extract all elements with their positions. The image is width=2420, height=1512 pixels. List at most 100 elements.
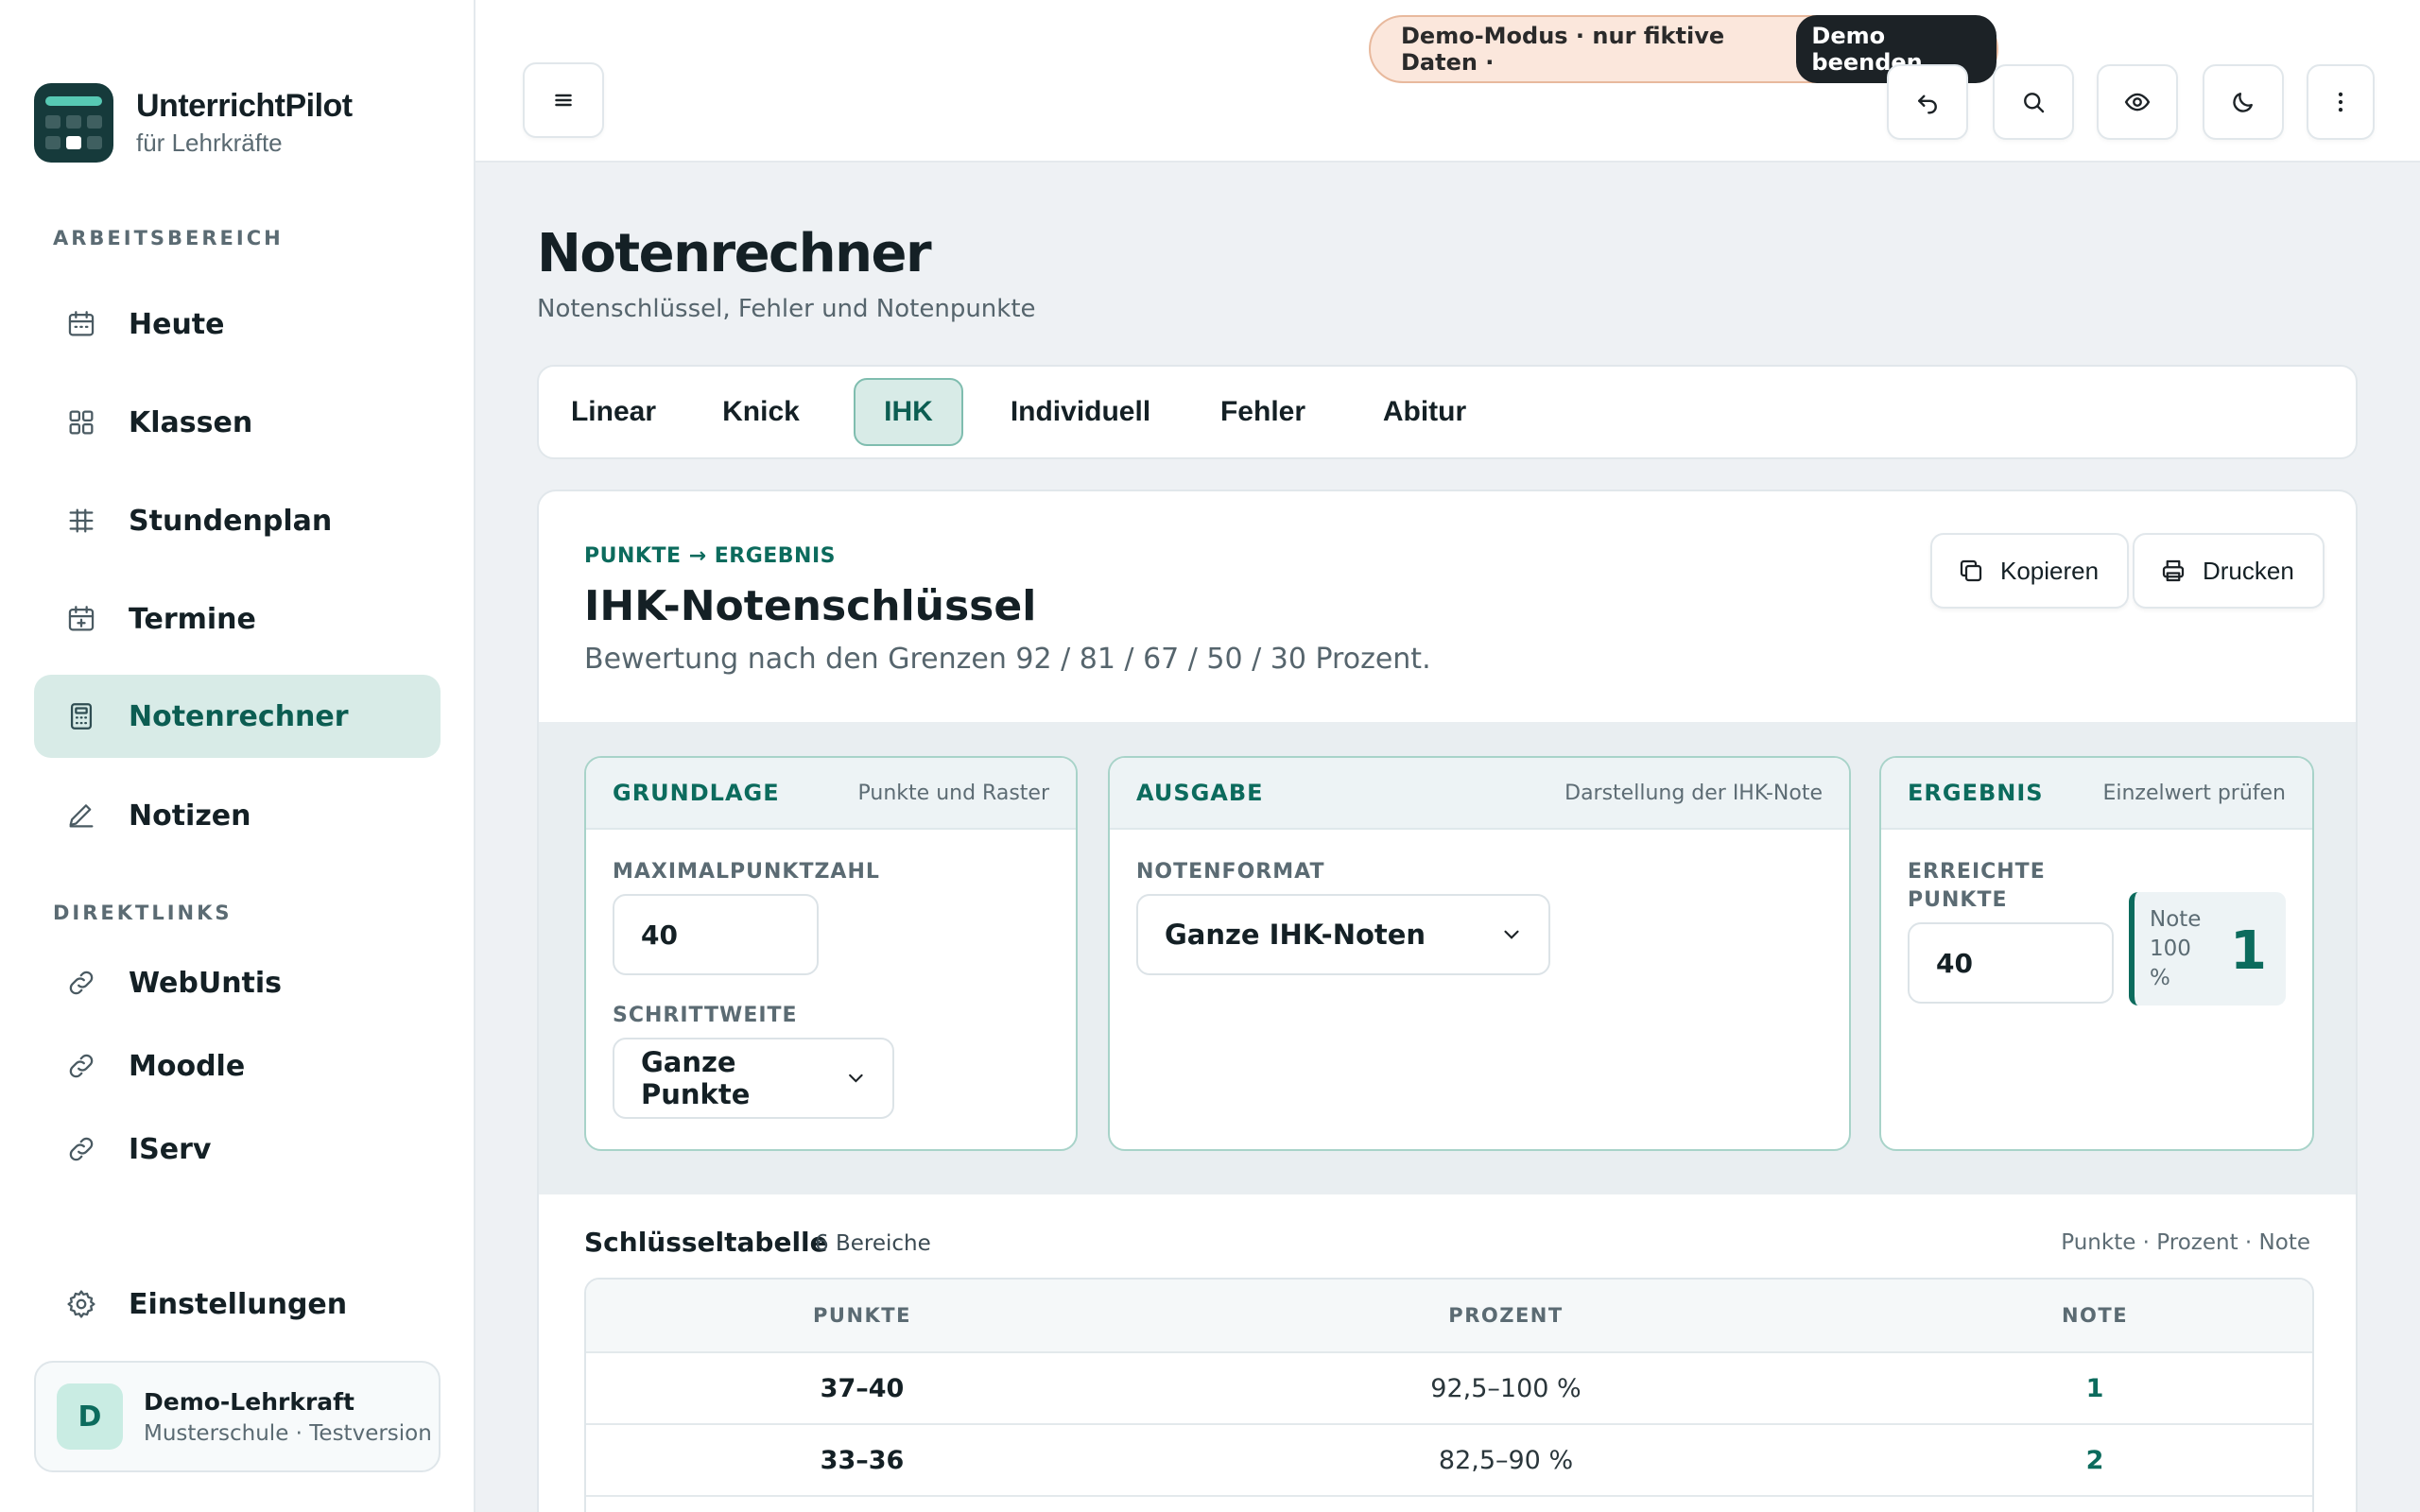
sidebar-link-label: Moodle bbox=[129, 1049, 246, 1083]
avatar: D bbox=[57, 1383, 123, 1450]
cell-points: 37–40 bbox=[820, 1374, 905, 1403]
link-icon bbox=[64, 1132, 98, 1166]
undo-button[interactable] bbox=[1887, 64, 1968, 140]
tab-linear[interactable]: Linear bbox=[558, 378, 669, 446]
cell-grade: 2 bbox=[2085, 1446, 2104, 1475]
sidebar-item-label: Notenrechner bbox=[129, 699, 349, 733]
app-name: UnterrichtPilot bbox=[136, 88, 353, 124]
sidebar-item-label: Einstellungen bbox=[129, 1287, 348, 1321]
cell-percent: 82,5–90 % bbox=[1438, 1446, 1574, 1475]
user-school: Musterschule · Testversion bbox=[144, 1420, 432, 1446]
grade-key-card: PUNKTE → ERGEBNIS IHK-Notenschlüssel Bew… bbox=[537, 490, 2358, 1512]
sidebar-item-einstellungen[interactable]: Einstellungen bbox=[34, 1263, 441, 1346]
step-select[interactable]: Ganze Punkte bbox=[613, 1038, 894, 1119]
tab-abitur[interactable]: Abitur bbox=[1361, 378, 1488, 446]
print-button-label: Drucken bbox=[2203, 556, 2294, 585]
eye-icon bbox=[2124, 93, 2151, 112]
panel-hint: Punkte und Raster bbox=[857, 781, 1049, 805]
sidebar-item-notizen[interactable]: Notizen bbox=[34, 774, 441, 857]
calendar-icon bbox=[64, 307, 98, 341]
chevron-down-icon bbox=[849, 1074, 863, 1083]
panel-hint: Darstellung der IHK-Note bbox=[1564, 781, 1823, 805]
app-subtitle: für Lehrkräfte bbox=[136, 129, 283, 157]
cell-points: 33–36 bbox=[820, 1446, 905, 1475]
table-header: PUNKTE PROZENT NOTE bbox=[586, 1280, 2312, 1353]
grade-format-select[interactable]: Ganze IHK-Noten bbox=[1136, 894, 1550, 975]
dark-mode-button[interactable] bbox=[2203, 64, 2284, 140]
step-select-value: Ganze Punkte bbox=[641, 1046, 751, 1110]
column-header-percent: PROZENT bbox=[1448, 1304, 1564, 1327]
settings-band: GRUNDLAGE Punkte und Raster MAXIMALPUNKT… bbox=[539, 722, 2356, 1194]
print-button[interactable]: Drucken bbox=[2133, 533, 2325, 609]
more-button[interactable] bbox=[2307, 64, 2375, 140]
sidebar-item-label: Notizen bbox=[129, 799, 251, 833]
search-icon bbox=[2024, 93, 2045, 113]
sidebar-link-iserv[interactable]: IServ bbox=[34, 1108, 441, 1191]
max-points-label: MAXIMALPUNKTZAHL bbox=[613, 860, 880, 884]
achieved-points-input[interactable]: 40 bbox=[1908, 922, 2114, 1004]
sidebar-item-stundenplan[interactable]: Stundenplan bbox=[34, 479, 441, 562]
calculator-icon bbox=[64, 699, 98, 733]
panel-hint: Einzelwert prüfen bbox=[2102, 781, 2286, 805]
sidebar-item-notenrechner[interactable]: Notenrechner bbox=[34, 675, 441, 758]
key-table: PUNKTE PROZENT NOTE 37–40 92,5–100 % 1 3… bbox=[584, 1278, 2314, 1512]
max-points-input[interactable]: 40 bbox=[613, 894, 819, 975]
sidebar-link-label: WebUntis bbox=[129, 966, 283, 1000]
section-label-workspace: ARBEITSBEREICH bbox=[53, 227, 284, 249]
result-grade: 1 bbox=[2230, 920, 2267, 982]
panel-grundlage: GRUNDLAGE Punkte und Raster MAXIMALPUNKT… bbox=[584, 756, 1078, 1151]
panel-title: ERGEBNIS bbox=[1908, 780, 2044, 806]
cell-percent: 92,5–100 % bbox=[1430, 1374, 1582, 1403]
panel-title: GRUNDLAGE bbox=[613, 780, 780, 806]
sidebar-item-heute[interactable]: Heute bbox=[34, 283, 441, 366]
sidebar-item-label: Heute bbox=[129, 307, 225, 341]
table-count: 6 Bereiche bbox=[815, 1231, 931, 1256]
panel-title: AUSGABE bbox=[1136, 780, 1264, 806]
tab-individuell[interactable]: Individuell bbox=[993, 378, 1168, 446]
pencil-icon bbox=[64, 799, 98, 833]
table-row[interactable]: 37–40 92,5–100 % 1 bbox=[586, 1353, 2312, 1425]
card-kicker: PUNKTE → ERGEBNIS bbox=[584, 544, 837, 568]
sidebar-item-termine[interactable]: Termine bbox=[34, 577, 441, 661]
sidebar-item-klassen[interactable]: Klassen bbox=[34, 381, 441, 464]
undo-icon bbox=[1918, 94, 1937, 114]
table-row[interactable]: 33–36 82,5–90 % 2 bbox=[586, 1425, 2312, 1497]
sidebar-item-label: Stundenplan bbox=[129, 504, 333, 538]
user-card[interactable]: D Demo-Lehrkraft Musterschule · Testvers… bbox=[34, 1361, 441, 1472]
table-legend: Punkte · Prozent · Note bbox=[2061, 1230, 2310, 1255]
app-logo-icon bbox=[34, 83, 113, 163]
user-name: Demo-Lehrkraft bbox=[144, 1387, 354, 1416]
grade-format-value: Ganze IHK-Noten bbox=[1165, 919, 1426, 951]
more-vertical-icon bbox=[2338, 92, 2343, 112]
card-description: Bewertung nach den Grenzen 92 / 81 / 67 … bbox=[584, 643, 1431, 676]
link-icon bbox=[64, 966, 98, 1000]
table-title: Schlüsseltabelle bbox=[584, 1227, 828, 1258]
sidebar: UnterrichtPilot für Lehrkräfte ARBEITSBE… bbox=[0, 0, 475, 1512]
preview-button[interactable] bbox=[2097, 64, 2178, 140]
cell-grade: 1 bbox=[2085, 1374, 2104, 1403]
section-label-direktlinks: DIREKTLINKS bbox=[53, 902, 233, 924]
chevron-down-icon bbox=[1504, 930, 1519, 939]
copy-icon bbox=[1960, 559, 1982, 582]
result-label: Note 100 % bbox=[2150, 907, 2202, 990]
panel-ausgabe: AUSGABE Darstellung der IHK-Note NOTENFO… bbox=[1108, 756, 1851, 1151]
sidebar-link-moodle[interactable]: Moodle bbox=[34, 1024, 441, 1108]
step-label: SCHRITTWEITE bbox=[613, 1004, 798, 1027]
menu-button[interactable] bbox=[523, 62, 604, 138]
sidebar-link-label: IServ bbox=[129, 1132, 212, 1166]
grade-format-label: NOTENFORMAT bbox=[1136, 860, 1325, 884]
demo-text: Demo-Modus · nur fiktive Daten · bbox=[1401, 23, 1725, 76]
tab-ihk[interactable]: IHK bbox=[854, 378, 963, 446]
sidebar-link-webuntis[interactable]: WebUntis bbox=[34, 941, 441, 1024]
tab-fehler[interactable]: Fehler bbox=[1198, 378, 1328, 446]
brand[interactable]: UnterrichtPilot für Lehrkräfte bbox=[34, 83, 353, 163]
moon-icon bbox=[2233, 93, 2253, 112]
search-button[interactable] bbox=[1993, 64, 2074, 140]
card-title: IHK-Notenschlüssel bbox=[584, 582, 1037, 630]
copy-button[interactable]: Kopieren bbox=[1930, 533, 2130, 609]
tab-knick[interactable]: Knick bbox=[701, 378, 821, 446]
points-label: ERREICHTE PUNKTE bbox=[1908, 860, 2046, 912]
page-subtitle: Notenschlüssel, Fehler und Notenpunkte bbox=[537, 295, 1036, 323]
link-icon bbox=[64, 1049, 98, 1083]
sidebar-item-label: Klassen bbox=[129, 405, 253, 439]
